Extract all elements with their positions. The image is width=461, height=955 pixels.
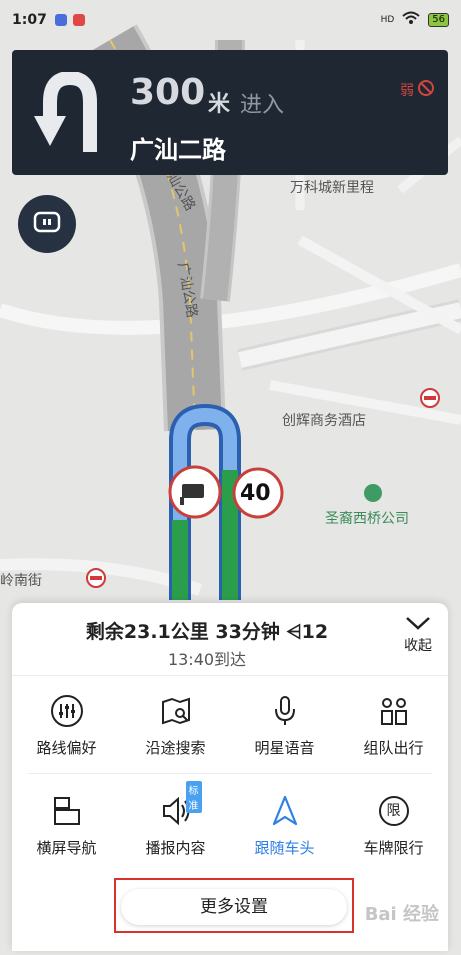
status-time: 1:07 <box>12 12 47 28</box>
map-notification-icon <box>72 14 85 26</box>
restriction-icon: 限 <box>374 791 414 831</box>
overview-icon <box>33 211 61 237</box>
chevron-down-icon <box>398 615 438 631</box>
route-preference-label: 路线偏好 <box>36 739 97 757</box>
map-label-road: 岭南街 <box>0 573 42 589</box>
route-preference-button[interactable]: 路线偏好 <box>12 691 121 758</box>
along-route-search-button[interactable]: 沿途搜索 <box>121 691 230 758</box>
map-search-icon <box>156 691 196 731</box>
wifi-icon <box>402 11 420 29</box>
landscape-navigation-label: 横屏导航 <box>36 839 97 857</box>
team-travel-button[interactable]: 组队出行 <box>339 691 448 758</box>
broadcast-content-label: 播报内容 <box>145 839 206 857</box>
navigation-arrow-icon <box>265 791 305 831</box>
arrival-time: 13:40到达 <box>167 650 247 669</box>
map-label-poi: 圣裔西桥公司 <box>325 511 409 527</box>
turn-distance: 300 <box>130 72 206 113</box>
along-route-search-label: 沿途搜索 <box>145 739 206 757</box>
map-label-poi: 万科城新里程 <box>290 180 374 196</box>
signal-strength-icon: HD <box>380 15 395 25</box>
collapse-label: 收起 <box>404 638 432 654</box>
map-label-poi: 创辉商务酒店 <box>282 413 366 429</box>
team-icon <box>374 691 414 731</box>
more-settings-highlight: 更多设置 <box>114 878 354 933</box>
plate-restriction-button[interactable]: 限 车牌限行 <box>339 791 448 858</box>
team-travel-label: 组队出行 <box>363 739 424 757</box>
celebrity-voice-button[interactable]: 明星语音 <box>230 691 339 758</box>
turn-action: 进入 <box>240 93 285 118</box>
divider <box>28 773 432 774</box>
settings-row-2: 横屏导航 标准 播报内容 跟随车头 限 车牌限行 <box>12 781 448 858</box>
settings-row-1: 路线偏好 沿途搜索 明星语音 组队出行 <box>12 691 448 758</box>
standard-badge: 标准 <box>185 781 202 813</box>
u-turn-icon <box>34 70 106 156</box>
sliders-icon <box>47 691 87 731</box>
follow-heading-button[interactable]: 跟随车头 <box>230 791 339 858</box>
collapse-button[interactable]: 收起 <box>398 615 438 655</box>
landscape-icon <box>47 791 87 831</box>
next-road-name: 广汕二路 <box>130 136 226 164</box>
plate-restriction-label: 车牌限行 <box>363 839 424 857</box>
overview-toggle-button[interactable] <box>18 195 76 253</box>
route-summary: 剩余23.1公里 33分钟 ⩤12 <box>85 621 329 643</box>
speaker-icon: 标准 <box>156 781 202 831</box>
more-settings-button[interactable]: 更多设置 <box>121 889 347 925</box>
navigation-banner[interactable]: 300 米 进入 广汕二路 弱 <box>12 50 448 175</box>
microphone-icon <box>265 691 305 731</box>
follow-heading-label: 跟随车头 <box>254 839 315 857</box>
speed-limit-label: 40 <box>240 481 271 506</box>
divider <box>12 675 448 676</box>
restriction-icon-text: 限 <box>386 803 401 819</box>
battery-icon: 56 <box>428 13 449 27</box>
gps-signal-label: 弱 <box>400 83 414 99</box>
landscape-navigation-button[interactable]: 横屏导航 <box>12 791 121 858</box>
distance-unit: 米 <box>208 92 231 117</box>
navigation-settings-panel: 剩余23.1公里 33分钟 ⩤12 13:40到达 收起 路线偏好 沿途搜索 明… <box>12 603 448 951</box>
gps-weak-icon <box>418 80 434 100</box>
gps-signal-status: 弱 <box>400 80 434 100</box>
watermark: Bai 经验 <box>364 904 439 925</box>
status-bar: 1:07 HD 56 <box>0 0 461 40</box>
broadcast-content-button[interactable]: 标准 播报内容 <box>121 781 230 858</box>
celebrity-voice-label: 明星语音 <box>254 739 315 757</box>
app-notification-icon <box>54 14 67 26</box>
